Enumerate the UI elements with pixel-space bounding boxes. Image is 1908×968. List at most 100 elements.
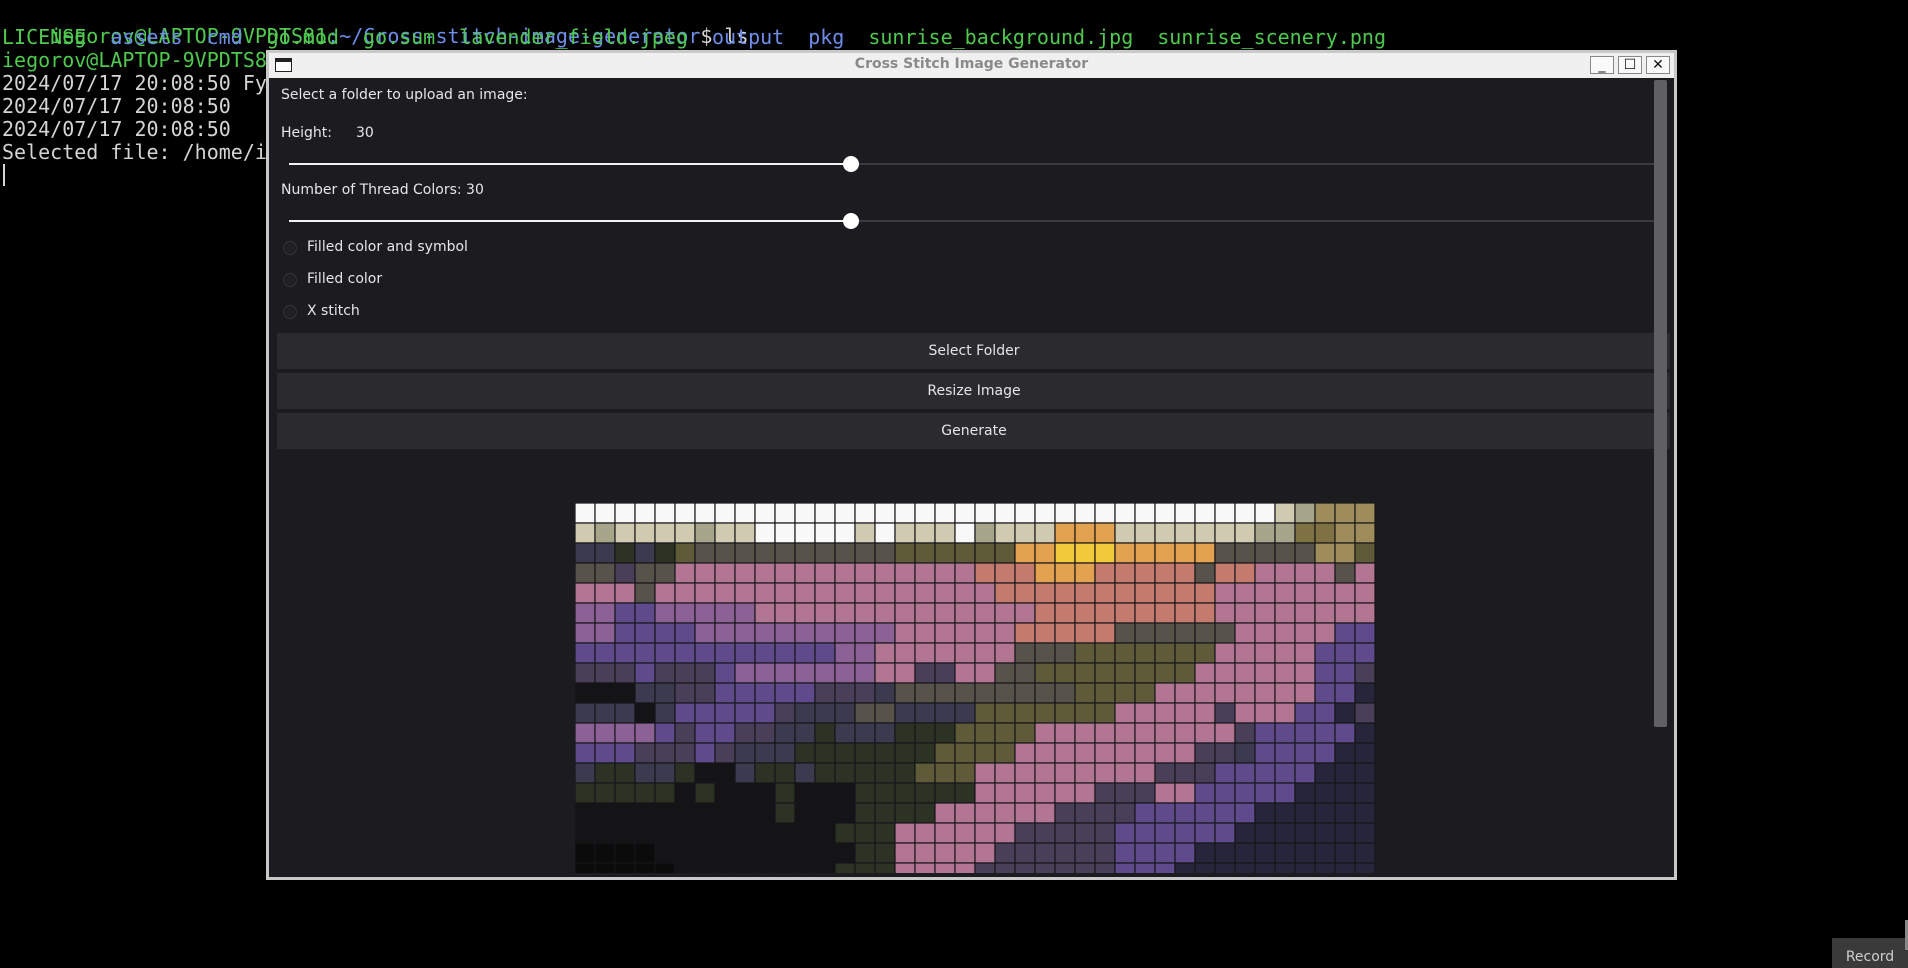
resize-image-button[interactable]: Resize Image: [277, 373, 1670, 409]
stitch-cell: [654, 802, 676, 824]
stitch-cell: [1314, 642, 1336, 664]
stitch-cell: [1274, 762, 1296, 784]
stitch-cell: [1114, 862, 1136, 873]
title-bar[interactable]: Cross Stitch Image Generator _ ☐ ✕: [269, 53, 1674, 78]
stitch-cell: [1214, 702, 1236, 724]
height-slider[interactable]: [289, 156, 1659, 172]
stitch-cell: [1294, 762, 1316, 784]
radio-label: Filled color: [307, 271, 383, 287]
stitch-cell: [1034, 862, 1056, 873]
stitch-cell: [774, 582, 796, 604]
thread-colors-label: Number of Thread Colors: 30: [281, 182, 484, 198]
stitch-cell: [834, 742, 856, 764]
stitch-cell: [1174, 503, 1196, 524]
stitch-cell: [754, 862, 776, 873]
stitch-cell: [794, 742, 816, 764]
record-button[interactable]: Record: [1832, 938, 1908, 968]
radio-circle[interactable]: [283, 273, 297, 287]
stitch-cell: [674, 602, 696, 624]
stitch-cell: [1274, 503, 1296, 524]
radio-circle[interactable]: [283, 241, 297, 255]
stitch-cell: [994, 503, 1016, 524]
stitch-cell: [894, 562, 916, 584]
stitch-cell: [934, 722, 956, 744]
stitch-cell: [594, 542, 616, 564]
stitch-cell: [754, 802, 776, 824]
stitch-cell: [1234, 722, 1256, 744]
thread-colors-slider-thumb[interactable]: [842, 213, 859, 229]
stitch-cell: [1254, 542, 1276, 564]
stitch-cell: [874, 702, 896, 724]
stitch-cell: [1294, 602, 1316, 624]
stitch-cell: [674, 742, 696, 764]
stitch-cell: [594, 742, 616, 764]
stitch-cell: [834, 842, 856, 864]
stitch-cell: [1054, 722, 1076, 744]
stitch-cell: [794, 562, 816, 584]
stitch-cell: [1134, 602, 1156, 624]
stitch-cell: [1314, 542, 1336, 564]
height-slider-thumb[interactable]: [842, 156, 859, 172]
stitch-cell: [974, 662, 996, 684]
stitch-cell: [834, 722, 856, 744]
stitch-cell: [1314, 682, 1336, 704]
stitch-cell: [1334, 602, 1356, 624]
stitch-cell: [1234, 622, 1256, 644]
stitch-cell: [1074, 503, 1096, 524]
stitch-cell: [854, 762, 876, 784]
stitch-cell: [994, 602, 1016, 624]
stitch-cell: [1034, 722, 1056, 744]
stitch-cell: [1014, 542, 1036, 564]
stitch-cell: [1074, 842, 1096, 864]
stitch-cell: [714, 602, 736, 624]
generate-button[interactable]: Generate: [277, 413, 1670, 449]
stitch-cell: [1234, 762, 1256, 784]
stitch-cell: [714, 562, 736, 584]
stitch-cell: [1174, 802, 1196, 824]
stitch-cell: [874, 762, 896, 784]
stitch-cell: [1314, 562, 1336, 584]
stitch-cell: [1114, 802, 1136, 824]
stitch-cell: [1014, 582, 1036, 604]
stitch-cell: [1014, 862, 1036, 873]
stitch-cell: [1234, 702, 1256, 724]
stitch-cell: [1174, 742, 1196, 764]
thread-colors-slider[interactable]: [289, 213, 1659, 229]
stitch-cell: [1074, 862, 1096, 873]
stitch-cell: [1074, 682, 1096, 704]
stitch-cell: [1054, 582, 1076, 604]
stitch-cell: [854, 562, 876, 584]
stitch-cell: [1194, 542, 1216, 564]
stitch-cell: [1354, 602, 1376, 624]
stitch-cell: [854, 802, 876, 824]
vertical-scrollbar[interactable]: [1654, 80, 1667, 727]
stitch-cell: [1074, 782, 1096, 804]
stitch-cell: [1174, 682, 1196, 704]
stitch-cell: [1174, 622, 1196, 644]
stitch-cell: [894, 762, 916, 784]
stitch-cell: [994, 702, 1016, 724]
radio-circle[interactable]: [283, 305, 297, 319]
maximize-button[interactable]: ☐: [1618, 56, 1642, 74]
close-button[interactable]: ✕: [1646, 56, 1670, 74]
stitch-cell: [1114, 722, 1136, 744]
minimize-button[interactable]: _: [1590, 56, 1614, 74]
stitch-cell: [814, 582, 836, 604]
stitch-cell: [714, 542, 736, 564]
stitch-cell: [854, 682, 876, 704]
stitch-cell: [1194, 503, 1216, 524]
stitch-cell: [794, 602, 816, 624]
select-folder-button[interactable]: Select Folder: [277, 333, 1670, 369]
stitch-cell: [754, 503, 776, 524]
stitch-cell: [1334, 662, 1356, 684]
stitch-cell: [1274, 682, 1296, 704]
stitch-cell: [954, 762, 976, 784]
stitch-cell: [914, 782, 936, 804]
stitch-cell: [894, 542, 916, 564]
stitch-cell: [1214, 822, 1236, 844]
stitch-cell: [1314, 822, 1336, 844]
stitch-cell: [1054, 702, 1076, 724]
stitch-cell: [1134, 722, 1156, 744]
stitch-cell: [794, 682, 816, 704]
stitch-cell: [1194, 662, 1216, 684]
